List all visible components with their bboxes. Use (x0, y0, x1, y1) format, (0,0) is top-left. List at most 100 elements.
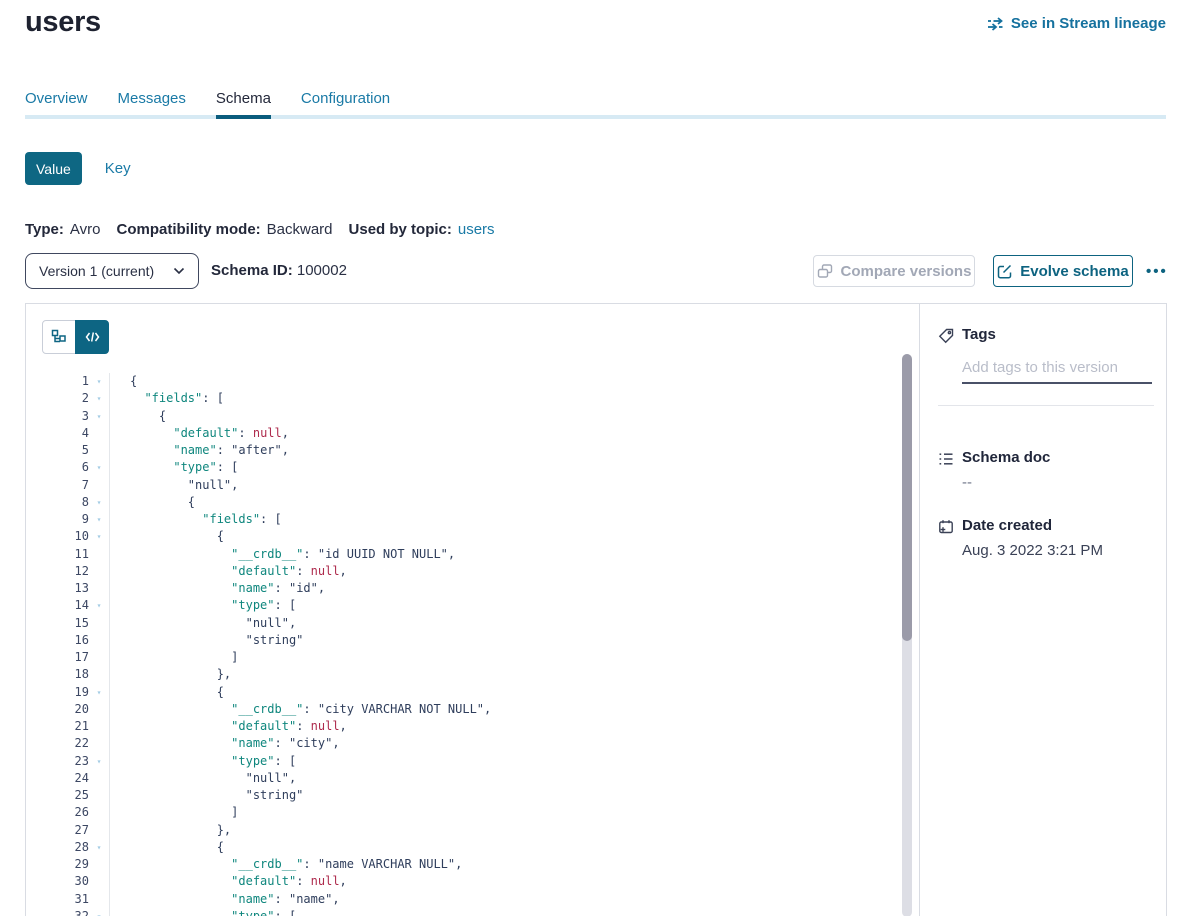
schema-id: Schema ID: 100002 (211, 262, 347, 279)
code-text: "name": "id", (110, 580, 325, 597)
code-line: 22 "name": "city", (26, 735, 902, 752)
fold-toggle-icon[interactable]: ▾ (89, 373, 110, 390)
editor-scrollbar-track[interactable] (902, 354, 912, 916)
fold-gutter (89, 891, 110, 908)
schema-doc-value: -- (962, 474, 972, 491)
fold-toggle-icon[interactable]: ▾ (89, 753, 110, 770)
schema-panel: 1▾{2▾ "fields": [3▾ {4 "default": null,5… (25, 303, 1167, 916)
version-select[interactable]: Version 1 (current) (25, 253, 199, 289)
code-line: 10▾ { (26, 528, 902, 545)
value-toggle-button[interactable]: Value (25, 152, 82, 185)
code-text: "null", (110, 615, 296, 632)
schema-meta-row: Type: Avro Compatibility mode: Backward … (25, 221, 495, 238)
editor-scrollbar-thumb[interactable] (902, 354, 912, 641)
line-number: 11 (26, 546, 89, 563)
line-number: 22 (26, 735, 89, 752)
line-number: 21 (26, 718, 89, 735)
code-text: ] (110, 804, 238, 821)
fold-gutter (89, 425, 110, 442)
line-number: 3 (26, 408, 89, 425)
code-text: "default": null, (110, 425, 289, 442)
code-line: 24 "null", (26, 770, 902, 787)
code-line: 9▾ "fields": [ (26, 511, 902, 528)
code-line: 1▾{ (26, 373, 902, 390)
line-number: 18 (26, 666, 89, 683)
evolve-schema-button[interactable]: Evolve schema (993, 255, 1133, 287)
fold-toggle-icon[interactable]: ▾ (89, 459, 110, 476)
code-line: 7 "null", (26, 477, 902, 494)
fold-toggle-icon[interactable]: ▾ (89, 511, 110, 528)
line-number: 1 (26, 373, 89, 390)
fold-toggle-icon[interactable]: ▾ (89, 908, 110, 916)
fold-gutter (89, 787, 110, 804)
fold-toggle-icon[interactable]: ▾ (89, 494, 110, 511)
code-text: "__crdb__": "name VARCHAR NULL", (110, 856, 462, 873)
fold-toggle-icon[interactable]: ▾ (89, 408, 110, 425)
code-text: "string" (110, 632, 303, 649)
code-text: "default": null, (110, 718, 347, 735)
topic-link[interactable]: users (458, 221, 495, 238)
more-actions-button[interactable]: ••• (1146, 255, 1168, 287)
fold-toggle-icon[interactable]: ▾ (89, 839, 110, 856)
fold-gutter (89, 873, 110, 890)
code-text: "type": [ (110, 459, 238, 476)
code-text: "__crdb__": "city VARCHAR NOT NULL", (110, 701, 491, 718)
stream-lineage-label: See in Stream lineage (1011, 15, 1166, 32)
code-line: 14▾ "type": [ (26, 597, 902, 614)
line-number: 23 (26, 753, 89, 770)
fold-toggle-icon[interactable]: ▾ (89, 684, 110, 701)
line-number: 26 (26, 804, 89, 821)
line-number: 10 (26, 528, 89, 545)
compare-versions-icon (817, 263, 833, 279)
date-created-value: Aug. 3 2022 3:21 PM (962, 542, 1103, 559)
page-title: users (25, 6, 101, 39)
edit-icon (997, 264, 1012, 279)
code-line: 2▾ "fields": [ (26, 390, 902, 407)
code-line: 32▾ "type": [ (26, 908, 902, 916)
fold-gutter (89, 649, 110, 666)
code-text: ] (110, 649, 238, 666)
code-text: "default": null, (110, 563, 347, 580)
line-number: 27 (26, 822, 89, 839)
code-line: 29 "__crdb__": "name VARCHAR NULL", (26, 856, 902, 873)
tree-view-button[interactable] (42, 320, 76, 354)
fold-gutter (89, 701, 110, 718)
fold-gutter (89, 735, 110, 752)
line-number: 17 (26, 649, 89, 666)
tab-underline-track (25, 115, 1166, 119)
line-number: 2 (26, 390, 89, 407)
used-by-topic-label: Used by topic: (349, 221, 452, 238)
version-toolbar: Version 1 (current) Schema ID: 100002 Co… (0, 253, 1189, 289)
code-text: "__crdb__": "id UUID NOT NULL", (110, 546, 455, 563)
line-number: 24 (26, 770, 89, 787)
code-text: "name": "after", (110, 442, 289, 459)
line-number: 19 (26, 684, 89, 701)
line-number: 9 (26, 511, 89, 528)
schema-id-label: Schema ID: (211, 262, 293, 279)
code-line: 16 "string" (26, 632, 902, 649)
code-text: "null", (110, 477, 238, 494)
tab-active-underline (216, 115, 271, 119)
fold-toggle-icon[interactable]: ▾ (89, 528, 110, 545)
code-view-button[interactable] (75, 320, 109, 354)
stream-lineage-link[interactable]: See in Stream lineage (987, 15, 1166, 32)
code-text: "type": [ (110, 597, 296, 614)
key-toggle-button[interactable]: Key (105, 160, 131, 177)
line-number: 30 (26, 873, 89, 890)
stream-lineage-icon (987, 17, 1004, 31)
fold-gutter (89, 632, 110, 649)
code-text: { (110, 408, 166, 425)
compare-versions-button[interactable]: Compare versions (813, 255, 975, 287)
tag-icon (938, 328, 954, 344)
fold-toggle-icon[interactable]: ▾ (89, 597, 110, 614)
code-text: "null", (110, 770, 296, 787)
code-text: { (110, 494, 195, 511)
compatibility-value: Backward (267, 221, 333, 238)
tags-input[interactable] (962, 356, 1152, 384)
code-line: 4 "default": null, (26, 425, 902, 442)
chevron-down-icon (173, 267, 185, 275)
code-text: { (110, 373, 137, 390)
code-text: "fields": [ (110, 390, 224, 407)
code-text: "type": [ (110, 753, 296, 770)
fold-toggle-icon[interactable]: ▾ (89, 390, 110, 407)
